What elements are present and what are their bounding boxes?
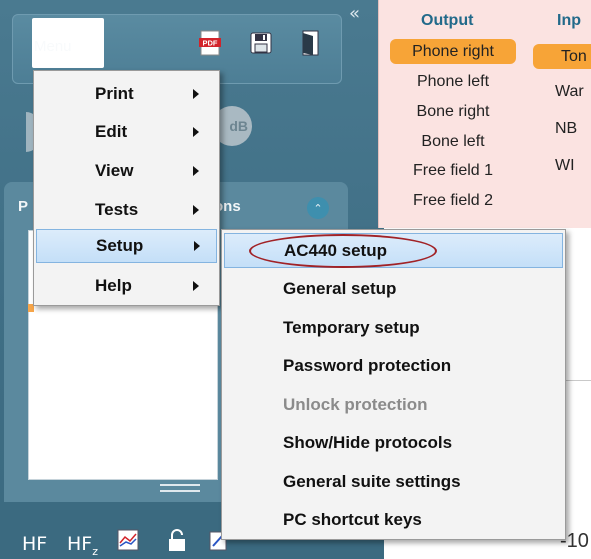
menu-item-label: Tests <box>95 200 139 219</box>
menu-item-tests[interactable]: Tests <box>36 193 217 227</box>
input-tone[interactable]: Ton <box>533 44 591 69</box>
context-menu: Print Edit View Tests Setup Help <box>33 70 220 306</box>
submenu-item-ac440-setup[interactable]: AC440 setup <box>224 233 563 268</box>
chevron-up-icon[interactable]: ⌃ <box>307 197 329 219</box>
setup-submenu: AC440 setup General setup Temporary setu… <box>221 229 566 540</box>
chevron-right-icon <box>193 127 199 137</box>
menu-button-label: Menu <box>34 38 72 55</box>
menu-item-view[interactable]: View <box>36 154 217 188</box>
submenu-item-password-protection[interactable]: Password protection <box>224 348 563 383</box>
submenu-item-label: General setup <box>283 278 397 298</box>
submenu-item-label: Password protection <box>283 355 452 375</box>
hfz-button[interactable]: HFz <box>67 533 98 558</box>
submenu-item-label: AC440 setup <box>284 240 387 260</box>
submenu-item-label: PC shortcut keys <box>283 509 422 529</box>
lock-icon[interactable] <box>166 528 188 552</box>
protocols-title: P <box>18 198 29 215</box>
exit-door-icon[interactable] <box>299 30 323 56</box>
graph-icon[interactable] <box>117 528 139 552</box>
pdf-icon[interactable]: PDF <box>198 30 222 56</box>
submenu-item-label: General suite settings <box>283 471 461 491</box>
submenu-item-general-setup[interactable]: General setup <box>224 271 563 306</box>
svg-text:PDF: PDF <box>203 39 218 48</box>
menu-item-setup[interactable]: Setup <box>36 229 217 263</box>
input-wn[interactable]: WI <box>533 153 591 178</box>
menu-item-label: Help <box>95 276 132 295</box>
output-free-field-2[interactable]: Free field 2 <box>390 188 516 213</box>
menu-item-edit[interactable]: Edit <box>36 115 217 149</box>
menu-item-help[interactable]: Help <box>36 269 217 303</box>
output-bone-right[interactable]: Bone right <box>390 99 516 124</box>
submenu-item-general-suite-settings[interactable]: General suite settings <box>224 464 563 499</box>
chevron-right-icon <box>193 166 199 176</box>
menu-item-label: Edit <box>95 122 128 141</box>
chevron-right-icon <box>193 89 199 99</box>
submenu-item-label: Show/Hide protocols <box>283 432 453 452</box>
menu-item-label: View <box>95 161 134 180</box>
chevron-right-icon <box>193 281 199 291</box>
output-bone-left[interactable]: Bone left <box>390 129 516 154</box>
input-nb[interactable]: NB <box>533 116 591 141</box>
chevron-right-icon <box>193 205 199 215</box>
input-warble[interactable]: War <box>533 79 591 104</box>
menu-item-label: Print <box>95 84 134 103</box>
submenu-item-unlock-protection: Unlock protection <box>224 387 563 422</box>
save-icon[interactable] <box>249 30 273 56</box>
submenu-item-label: Temporary setup <box>283 317 420 337</box>
submenu-item-temporary-setup[interactable]: Temporary setup <box>224 310 563 345</box>
submenu-item-show-hide-protocols[interactable]: Show/Hide protocols <box>224 425 563 460</box>
output-phone-right[interactable]: Phone right <box>390 39 516 64</box>
output-phone-left[interactable]: Phone left <box>390 69 516 94</box>
output-header: Output <box>421 12 474 29</box>
submenu-item-pc-shortcut-keys[interactable]: PC shortcut keys <box>224 502 563 537</box>
chevron-right-icon <box>194 241 200 251</box>
menu-item-print[interactable]: Print <box>36 77 217 111</box>
menu-item-label: Setup <box>96 236 144 255</box>
collapse-panel-icon[interactable]: « <box>349 5 360 23</box>
hf-button[interactable]: HF <box>22 533 47 555</box>
input-header: Inp <box>557 12 581 29</box>
submenu-item-label: Unlock protection <box>283 394 428 414</box>
resize-grip[interactable] <box>160 484 200 492</box>
output-free-field-1[interactable]: Free field 1 <box>390 158 516 183</box>
